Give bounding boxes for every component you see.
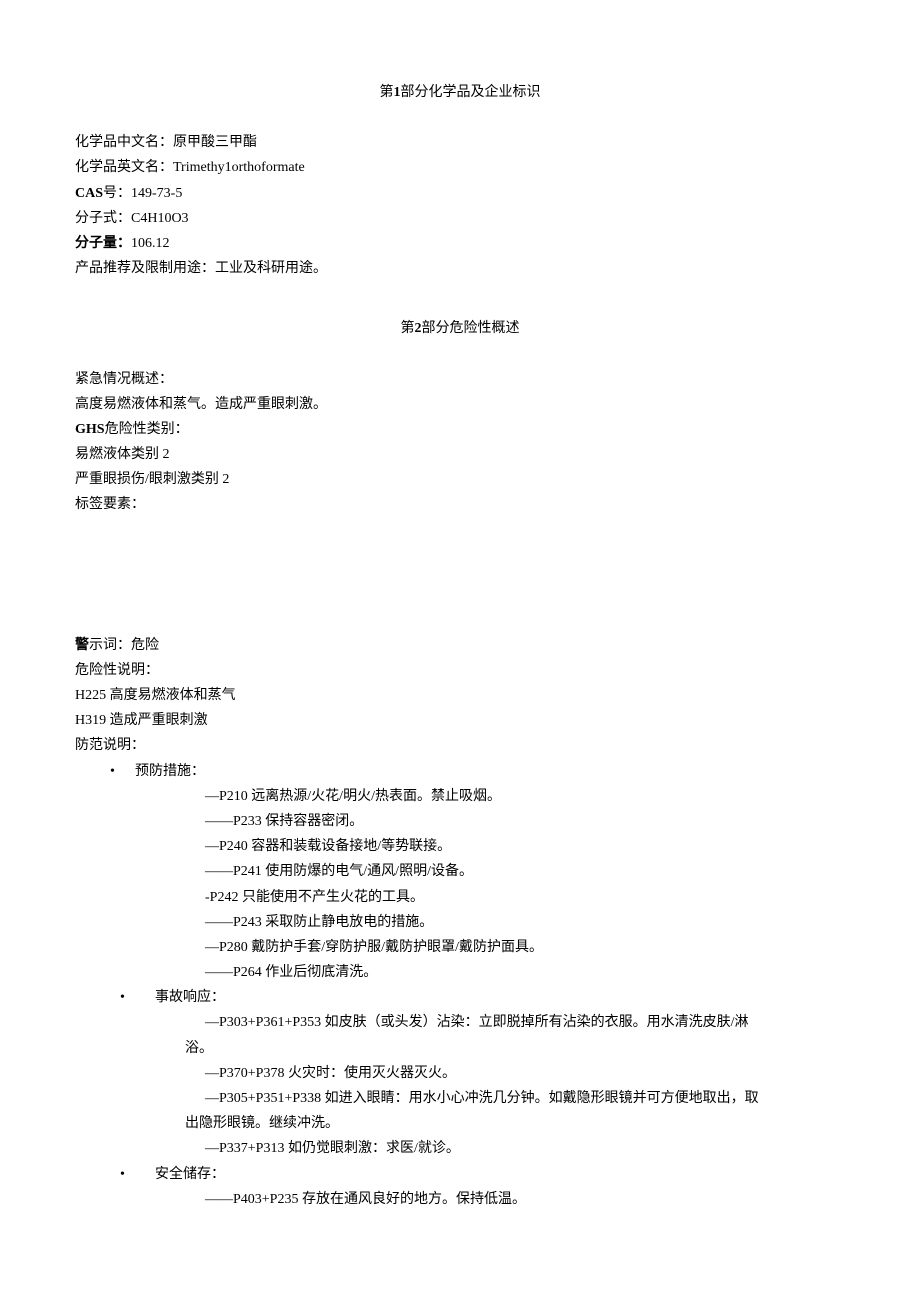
section-2-title-suffix: 部分危险性概述	[422, 321, 520, 336]
p264: ——P264 作业后彻底清洗。	[75, 960, 845, 985]
p303: —P303+P361+P353 如皮肤（或头发）沾染：立即脱掉所有沾染的衣服。用…	[75, 1010, 845, 1035]
p241: ——P241 使用防爆的电气/通风/照明/设备。	[75, 859, 845, 884]
section-1-title-num: 1	[394, 85, 401, 100]
section-1-title-suffix: 部分化学品及企业标识	[401, 85, 541, 100]
p303-cont: 浴。	[75, 1036, 845, 1061]
signal-word: 警示词：危险	[75, 633, 845, 658]
molecular-weight: 分子量：106.12	[75, 231, 845, 256]
pictogram-placeholder	[75, 518, 845, 633]
storage-label: 安全储存：	[75, 1162, 845, 1187]
p242: -P242 只能使用不产生火花的工具。	[75, 885, 845, 910]
section-1-title-prefix: 第	[380, 85, 394, 100]
ghs-classification-label: GHS危险性类别：	[75, 417, 845, 442]
p337: —P337+P313 如仍觉眼刺激：求医/就诊。	[75, 1136, 845, 1161]
ghs-class-2: 严重眼损伤/眼刺激类别 2	[75, 467, 845, 492]
hazard-statement-label: 危险性说明：	[75, 658, 845, 683]
formula: 分子式：C4H10O3	[75, 206, 845, 231]
recommended-use: 产品推荐及限制用途：工业及科研用途。	[75, 256, 845, 281]
emergency-overview-label: 紧急情况概述：	[75, 367, 845, 392]
prevention-label: 预防措施：	[75, 759, 845, 784]
p210: —P210 远离热源/火花/明火/热表面。禁止吸烟。	[75, 784, 845, 809]
ghs-class-1: 易燃液体类别 2	[75, 442, 845, 467]
response-label: 事故响应：	[75, 985, 845, 1010]
p403: ——P403+P235 存放在通风良好的地方。保持低温。	[75, 1187, 845, 1212]
precautionary-label: 防范说明：	[75, 733, 845, 758]
p305: —P305+P351+P338 如进入眼睛：用水小心冲洗几分钟。如戴隐形眼镜并可…	[75, 1086, 845, 1111]
section-1-title: 第1部分化学品及企业标识	[75, 80, 845, 105]
section-2-title-prefix: 第	[401, 321, 415, 336]
p370: —P370+P378 火灾时：使用灭火器灭火。	[75, 1061, 845, 1086]
name-en: 化学品英文名：Trimethy1orthoformate	[75, 155, 845, 180]
p240: —P240 容器和装载设备接地/等势联接。	[75, 834, 845, 859]
name-cn: 化学品中文名：原甲酸三甲酯	[75, 130, 845, 155]
label-elements: 标签要素：	[75, 492, 845, 517]
emergency-overview-text: 高度易燃液体和蒸气。造成严重眼刺激。	[75, 392, 845, 417]
p305-cont: 出隐形眼镜。继续冲洗。	[75, 1111, 845, 1136]
p280: —P280 戴防护手套/穿防护服/戴防护眼罩/戴防护面具。	[75, 935, 845, 960]
hazard-h225: H225 高度易燃液体和蒸气	[75, 683, 845, 708]
p243: ——P243 采取防止静电放电的措施。	[75, 910, 845, 935]
p233: ——P233 保持容器密闭。	[75, 809, 845, 834]
section-2-title: 第2部分危险性概述	[75, 316, 845, 341]
section-2-title-num: 2	[415, 321, 422, 336]
cas-number: CAS号：149-73-5	[75, 181, 845, 206]
hazard-h319: H319 造成严重眼刺激	[75, 708, 845, 733]
